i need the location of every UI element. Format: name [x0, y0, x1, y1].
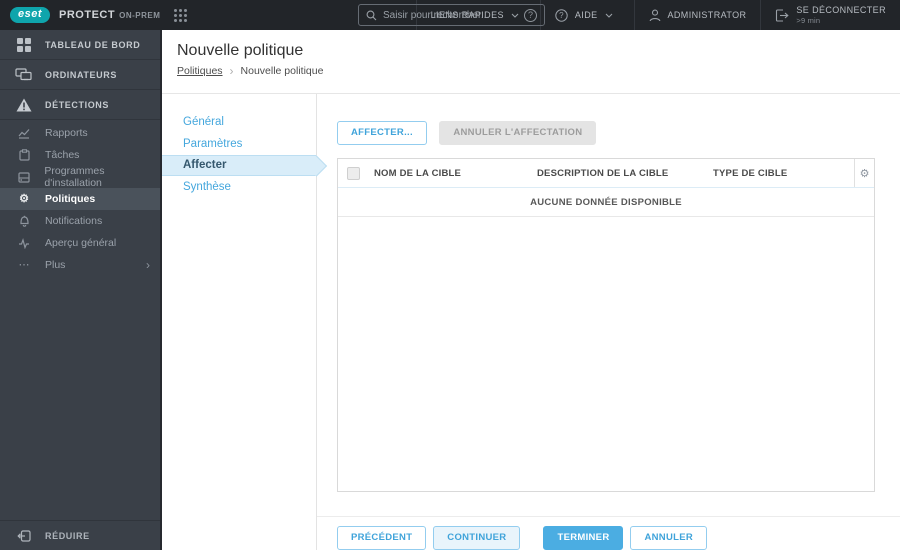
- sidebar-item-more[interactable]: ⋯ Plus ›: [0, 254, 160, 276]
- dashboard-icon: [15, 37, 32, 52]
- search-help-icon[interactable]: ?: [524, 8, 537, 22]
- bell-icon: [17, 215, 31, 227]
- content-header: Nouvelle politique Politiques › Nouvelle…: [162, 30, 900, 94]
- sidebar-item-label: TABLEAU DE BORD: [45, 39, 141, 50]
- breadcrumb-current: Nouvelle politique: [240, 65, 324, 77]
- warning-triangle-icon: [15, 98, 32, 112]
- step-summary[interactable]: Synthèse: [162, 176, 316, 198]
- ellipsis-icon: ⋯: [18, 258, 30, 271]
- breadcrumb-link-policies[interactable]: Politiques: [177, 65, 223, 77]
- sidebar-item-label: Notifications: [45, 215, 103, 227]
- table-settings-gear-icon[interactable]: ⚙: [854, 159, 874, 187]
- logout-label: SE DÉCONNECTER: [796, 4, 886, 15]
- product-name: PROTECT: [59, 9, 116, 21]
- sidebar-item-label: Plus: [45, 259, 66, 271]
- sidebar-item-label: Politiques: [45, 193, 96, 205]
- sidebar-item-label: DÉTECTIONS: [45, 99, 110, 110]
- assign-toolbar: AFFECTER... ANNULER L'AFFECTATION: [337, 121, 875, 145]
- top-bar: eset PROTECT ON-PREM ? LIENS RAPIDES ? A…: [0, 0, 900, 30]
- search-input[interactable]: [383, 9, 524, 21]
- sidebar-item-label: Programmes d'installation: [44, 165, 105, 189]
- unassign-button[interactable]: ANNULER L'AFFECTATION: [439, 121, 597, 145]
- sidebar-item-reports[interactable]: Rapports: [0, 122, 160, 144]
- help-icon: ?: [555, 8, 568, 22]
- installers-icon: [17, 171, 30, 183]
- sidebar-secondary: Rapports Tâches Programmes d'installatio…: [0, 120, 160, 276]
- breadcrumb: Politiques › Nouvelle politique: [177, 64, 900, 78]
- product-suffix: ON-PREM: [119, 10, 161, 20]
- sidebar-item-status-overview[interactable]: Aperçu général: [0, 232, 160, 254]
- sidebar-item-label: Rapports: [45, 127, 88, 139]
- status-overview-icon: [17, 237, 31, 249]
- sidebar-item-label: ORDINATEURS: [45, 69, 117, 80]
- breadcrumb-separator-icon: ›: [229, 64, 234, 78]
- sidebar-item-policies[interactable]: ⚙ Politiques: [0, 188, 160, 210]
- assign-panel: AFFECTER... ANNULER L'AFFECTATION NOM DE…: [317, 94, 900, 550]
- column-header-target-type[interactable]: TYPE DE CIBLE: [713, 168, 854, 179]
- svg-text:?: ?: [559, 11, 564, 20]
- gear-icon: ⚙: [19, 192, 29, 205]
- sidebar-item-tasks[interactable]: Tâches: [0, 144, 160, 166]
- eset-logo: eset: [10, 7, 51, 23]
- select-all-checkbox[interactable]: [347, 166, 360, 180]
- wizard-body: Général Paramètres Affecter Synthèse AFF…: [162, 94, 900, 550]
- user-menu[interactable]: ADMINISTRATOR: [633, 0, 761, 30]
- targets-table: NOM DE LA CIBLE DESCRIPTION DE LA CIBLE …: [337, 158, 875, 492]
- assign-button[interactable]: AFFECTER...: [337, 121, 427, 145]
- column-header-target-description[interactable]: DESCRIPTION DE LA CIBLE: [537, 168, 713, 179]
- app-launcher-grid-icon[interactable]: [174, 8, 188, 22]
- table-empty-state: AUCUNE DONNÉE DISPONIBLE: [338, 188, 874, 217]
- help-label: AIDE: [574, 10, 598, 20]
- wizard-footer: PRÉCÉDENT CONTINUER TERMINER ANNULER: [317, 516, 900, 550]
- finish-button[interactable]: TERMINER: [543, 526, 624, 550]
- brand: eset PROTECT ON-PREM: [0, 7, 188, 23]
- logout-button[interactable]: SE DÉCONNECTER >9 min: [760, 0, 900, 30]
- help-menu[interactable]: ? AIDE: [539, 0, 634, 30]
- chevron-right-icon: ›: [146, 258, 150, 272]
- sidebar-item-installers[interactable]: Programmes d'installation: [0, 165, 160, 189]
- column-header-target-name[interactable]: NOM DE LA CIBLE: [374, 168, 537, 179]
- user-icon: [649, 9, 660, 21]
- select-all-cell: [338, 166, 374, 180]
- table-header-row: NOM DE LA CIBLE DESCRIPTION DE LA CIBLE …: [338, 159, 874, 188]
- page-title: Nouvelle politique: [177, 42, 304, 59]
- tasks-icon: [17, 149, 31, 161]
- sidebar-item-notifications[interactable]: Notifications: [0, 210, 160, 232]
- logout-icon: [776, 8, 790, 22]
- previous-button[interactable]: PRÉCÉDENT: [337, 526, 427, 550]
- continue-button[interactable]: CONTINUER: [433, 526, 521, 550]
- search-icon: [366, 10, 377, 20]
- sidebar-item-label: Aperçu général: [45, 237, 117, 249]
- sidebar-item-detections[interactable]: DÉTECTIONS: [0, 90, 160, 120]
- step-settings[interactable]: Paramètres: [162, 133, 316, 155]
- sidebar-item-label: Tâches: [45, 149, 80, 161]
- logout-timer: >9 min: [796, 15, 821, 25]
- reports-chart-icon: [17, 128, 31, 139]
- sidebar: TABLEAU DE BORD ORDINATEURS DÉTECTIONS R…: [0, 30, 162, 550]
- sidebar-item-computers[interactable]: ORDINATEURS: [0, 60, 160, 90]
- collapse-label: RÉDUIRE: [45, 530, 90, 541]
- sidebar-item-dashboard[interactable]: TABLEAU DE BORD: [0, 30, 160, 60]
- step-assign[interactable]: Affecter: [162, 155, 316, 176]
- chevron-down-icon: [605, 13, 612, 18]
- cancel-button[interactable]: ANNULER: [630, 526, 708, 550]
- user-label: ADMINISTRATOR: [667, 10, 747, 20]
- table-body-empty-area: [338, 217, 874, 491]
- wizard-steps: Général Paramètres Affecter Synthèse: [162, 94, 317, 550]
- collapse-icon: [15, 529, 32, 542]
- computers-icon: [15, 67, 32, 82]
- step-general[interactable]: Général: [162, 111, 316, 133]
- sidebar-collapse-button[interactable]: RÉDUIRE: [0, 520, 160, 550]
- search-box[interactable]: ?: [358, 4, 545, 26]
